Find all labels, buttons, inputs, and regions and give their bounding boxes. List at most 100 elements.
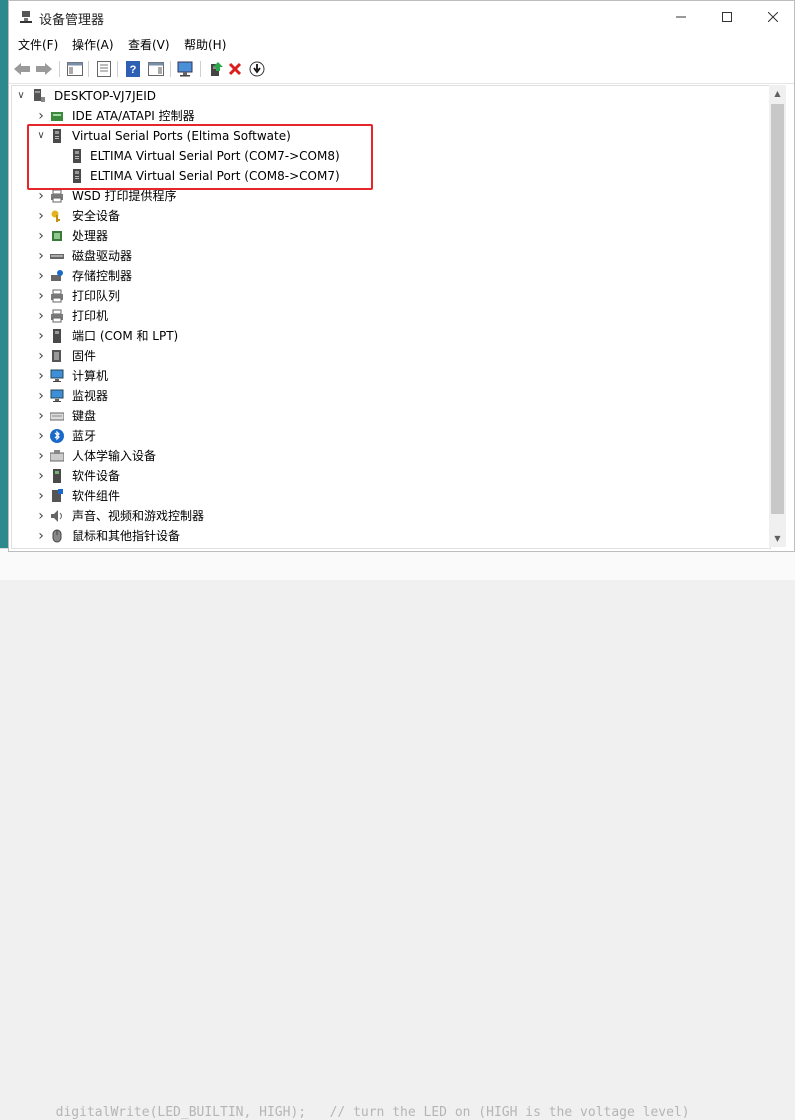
show-hide-console-tree-button[interactable] [65,59,85,79]
scan-monitor-icon [177,61,193,77]
properties-button[interactable] [94,59,114,79]
uninstall-device-button[interactable] [225,59,245,79]
tree-item-label: 端口 (COM 和 LPT) [72,329,179,343]
help-button[interactable]: ? [123,59,143,79]
tree-category-item[interactable]: › 磁盘驱动器 [12,246,752,266]
chevron-right-icon[interactable]: › [36,366,46,386]
serial-port-icon [73,149,81,163]
tree-category-item[interactable]: › WSD 打印提供程序 [12,186,752,206]
vertical-scrollbar[interactable]: ▲ ▼ [769,85,786,547]
tree-item-label: 蓝牙 [72,429,97,443]
menu-help[interactable]: 帮助(H) [184,36,226,53]
chevron-right-icon[interactable]: › [36,286,46,306]
tree-category-item[interactable]: › 人体学输入设备 [12,446,752,466]
chevron-right-icon[interactable]: › [36,186,46,206]
key-icon [51,210,60,222]
chevron-right-icon[interactable]: › [36,226,46,246]
disk-drive-icon [50,254,64,259]
tree-item-label: 键盘 [72,409,97,423]
show-hide-action-pane-button[interactable] [146,59,166,79]
tree-category-item[interactable]: › 端口 (COM 和 LPT) [12,326,752,346]
tree-category-item[interactable]: › 软件组件 [12,486,752,506]
close-button[interactable] [750,1,794,33]
menu-view[interactable]: 查看(V) [128,36,170,53]
tree-category-item[interactable]: › 打印机 [12,306,752,326]
chevron-right-icon[interactable]: › [36,326,46,346]
chevron-right-icon[interactable]: › [36,206,46,226]
processor-icon [52,231,62,241]
chevron-down-icon[interactable]: ∨ [36,126,46,146]
back-button[interactable] [12,59,32,79]
scroll-up-button[interactable]: ▲ [769,85,786,102]
tree-category-item[interactable]: › 处理器 [12,226,752,246]
minimize-button[interactable] [658,1,704,33]
tree-child-item[interactable]: ELTIMA Virtual Serial Port (COM7->COM8) [12,146,752,166]
chevron-right-icon[interactable]: › [36,106,46,126]
chevron-down-icon[interactable]: ∨ [16,86,26,106]
maximize-icon [722,12,732,22]
software-component-icon [52,489,63,502]
chevron-right-icon[interactable]: › [36,506,46,526]
forward-arrow-icon [36,63,52,75]
action-pane-icon [148,62,164,76]
chevron-right-icon[interactable]: › [36,466,46,486]
chevron-right-icon[interactable]: › [36,426,46,446]
tree-category-item[interactable]: › 监视器 [12,386,752,406]
bluetooth-icon [50,429,64,443]
chevron-right-icon[interactable]: › [36,446,46,466]
scroll-down-button[interactable]: ▼ [769,530,786,547]
tree-category-item[interactable]: › 键盘 [12,406,752,426]
tree-category-item[interactable]: › 鼠标和其他指针设备 [12,526,752,546]
update-driver-icon [211,62,223,76]
disable-device-button[interactable] [247,59,267,79]
tree-item-label: 计算机 [72,369,109,383]
maximize-button[interactable] [704,1,750,33]
tree-category-item[interactable]: › 打印队列 [12,286,752,306]
chevron-right-icon[interactable]: › [36,486,46,506]
tree-root-label: DESKTOP-VJ7JEID [54,89,157,103]
firmware-icon [52,350,61,362]
tree-category-item[interactable]: › 软件设备 [12,466,752,486]
chevron-right-icon[interactable]: › [36,526,46,546]
chevron-right-icon[interactable]: › [36,246,46,266]
tree-category-item[interactable]: › 固件 [12,346,752,366]
title-bar: 设备管理器 [9,1,794,33]
background-code-line: digitalWrite(LED_BUILTIN, HIGH); // turn… [40,1105,690,1120]
serial-port-icon [73,169,81,183]
print-queue-icon [51,289,63,303]
tree-category-item[interactable]: › 存储控制器 [12,266,752,286]
tree-child-item[interactable]: ELTIMA Virtual Serial Port (COM8->COM7) [12,166,752,186]
chevron-right-icon[interactable]: › [36,266,46,286]
update-driver-button[interactable] [206,59,226,79]
printer-icon [51,309,63,323]
scroll-thumb[interactable] [771,104,784,514]
tree-item-label: 固件 [72,349,97,363]
menu-file[interactable]: 文件(F) [18,36,58,53]
tree-category-item[interactable]: › 安全设备 [12,206,752,226]
uninstall-x-icon [228,62,242,76]
chevron-right-icon[interactable]: › [36,306,46,326]
chevron-right-icon[interactable]: › [36,346,46,366]
tree-item-label: IDE ATA/ATAPI 控制器 [72,109,195,123]
tree-item-label: 监视器 [72,389,109,403]
properties-icon [97,61,111,77]
tree-category-item[interactable]: › 计算机 [12,366,752,386]
menu-action[interactable]: 操作(A) [72,36,114,53]
tree-category-item[interactable]: › 蓝牙 [12,426,752,446]
tree-category-item[interactable]: ∨ Virtual Serial Ports (Eltima Softwate) [12,126,752,146]
scan-hardware-button[interactable] [176,59,196,79]
menu-bar: 文件(F) 操作(A) 查看(V) 帮助(H) [9,33,794,55]
printer-icon [51,189,63,203]
tree-root[interactable]: ∨ DESKTOP-VJ7JEID [12,86,752,106]
tree-item-label: 处理器 [72,229,109,243]
minimize-icon [676,16,686,18]
tree-category-item[interactable]: › 声音、视频和游戏控制器 [12,506,752,526]
computer-icon [50,369,64,382]
tree-item-label: 打印机 [72,309,109,323]
tree-category-item[interactable]: › IDE ATA/ATAPI 控制器 [12,106,752,126]
chevron-right-icon[interactable]: › [36,386,46,406]
computer-root-icon [34,89,45,102]
forward-button[interactable] [34,59,54,79]
tree-item-label: 软件设备 [72,469,121,483]
chevron-right-icon[interactable]: › [36,406,46,426]
